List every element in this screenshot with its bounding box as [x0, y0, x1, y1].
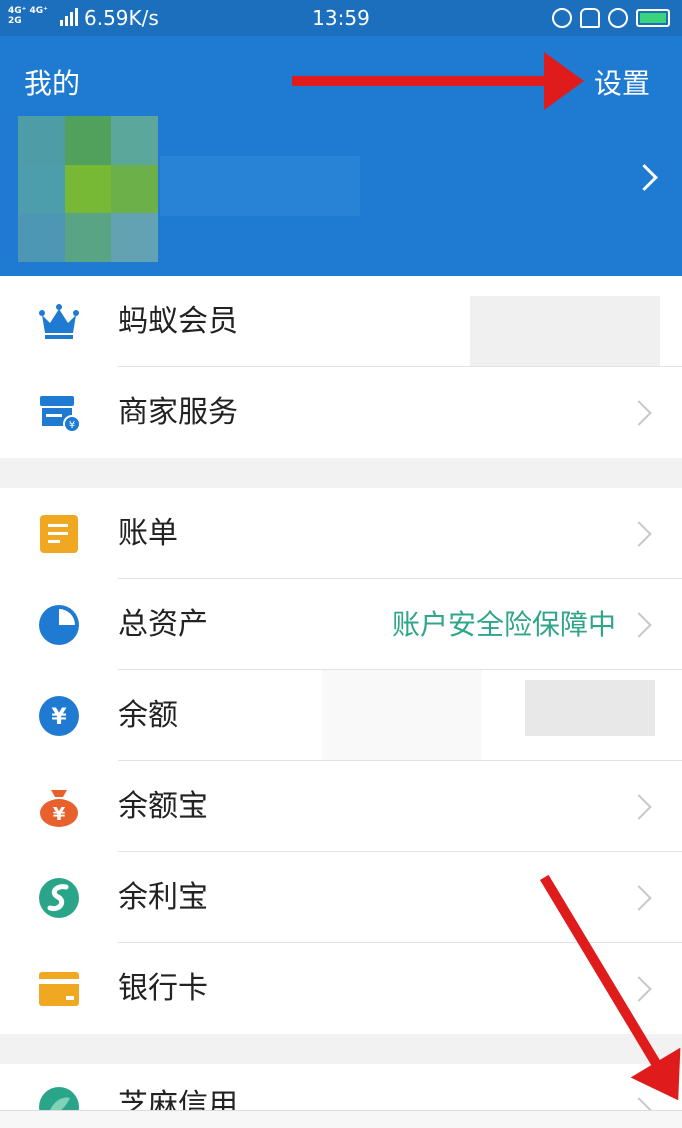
list-item-label: 银行卡	[118, 971, 208, 1006]
bill-icon	[40, 515, 78, 553]
chevron-right-icon	[626, 885, 652, 911]
list-item-balance[interactable]: ¥ 余额	[0, 670, 682, 761]
chevron-right-icon[interactable]	[631, 164, 658, 191]
membership-group: 蚂蚁会员 ¥ 商家服务	[0, 276, 682, 458]
yuan-coin-icon: ¥	[39, 696, 79, 736]
profile-header: 我的 设置	[0, 36, 682, 276]
store-icon: ¥	[40, 396, 80, 433]
chevron-right-icon	[626, 521, 652, 547]
yulibao-icon	[39, 878, 79, 918]
list-item-label: 余额宝	[118, 789, 208, 824]
svg-text:¥: ¥	[69, 420, 75, 431]
chevron-right-icon	[626, 976, 652, 1002]
svg-text:¥: ¥	[51, 705, 67, 730]
alarm-icon	[608, 8, 628, 28]
chevron-right-icon	[626, 612, 652, 638]
bell-off-icon	[580, 8, 600, 28]
headset-icon	[552, 8, 572, 28]
insurance-status-text: 账户安全险保障中	[391, 608, 616, 641]
avatar[interactable]	[18, 116, 158, 262]
bank-card-icon	[39, 972, 79, 1006]
list-item-bank-card[interactable]: 银行卡	[0, 943, 682, 1034]
status-icons	[552, 6, 670, 30]
list-item-ant-member[interactable]: 蚂蚁会员	[0, 276, 682, 367]
money-bag-icon: ¥	[40, 790, 78, 827]
account-name-redacted	[160, 156, 360, 216]
list-item-label: 商家服务	[118, 395, 238, 430]
status-bar: 4G⁺ 4G⁺ 2G 6.59K/s 13:59	[0, 0, 682, 36]
chevron-right-icon	[626, 400, 652, 426]
annotation-arrow-icon	[292, 52, 584, 110]
list-item-label: 总资产	[118, 607, 208, 642]
svg-text:¥: ¥	[53, 804, 66, 825]
crown-icon	[39, 304, 79, 339]
list-item-label: 账单	[118, 516, 178, 551]
battery-charging-icon	[636, 9, 670, 27]
list-item-merchant-service[interactable]: ¥ 商家服务	[0, 367, 682, 458]
list-item-label: 余额	[118, 698, 178, 733]
balance-amount-redacted	[525, 680, 655, 736]
assets-group: 账单 总资产 账户安全险保障中 ¥ 余额 ¥ 余额宝 余利宝 银行卡	[0, 488, 682, 1034]
list-item-label: 余利宝	[118, 880, 208, 915]
balance-redacted	[322, 670, 482, 760]
page-title: 我的	[24, 67, 81, 100]
list-item-yuebao[interactable]: ¥ 余额宝	[0, 761, 682, 852]
bottom-tab-bar[interactable]	[0, 1110, 682, 1128]
pie-chart-icon	[39, 605, 79, 645]
member-level-redacted	[470, 296, 660, 366]
list-item-bill[interactable]: 账单	[0, 488, 682, 579]
settings-button[interactable]: 设置	[594, 62, 650, 102]
list-item-label: 蚂蚁会员	[118, 304, 238, 339]
chevron-right-icon	[626, 794, 652, 820]
list-item-total-assets[interactable]: 总资产 账户安全险保障中	[0, 579, 682, 670]
